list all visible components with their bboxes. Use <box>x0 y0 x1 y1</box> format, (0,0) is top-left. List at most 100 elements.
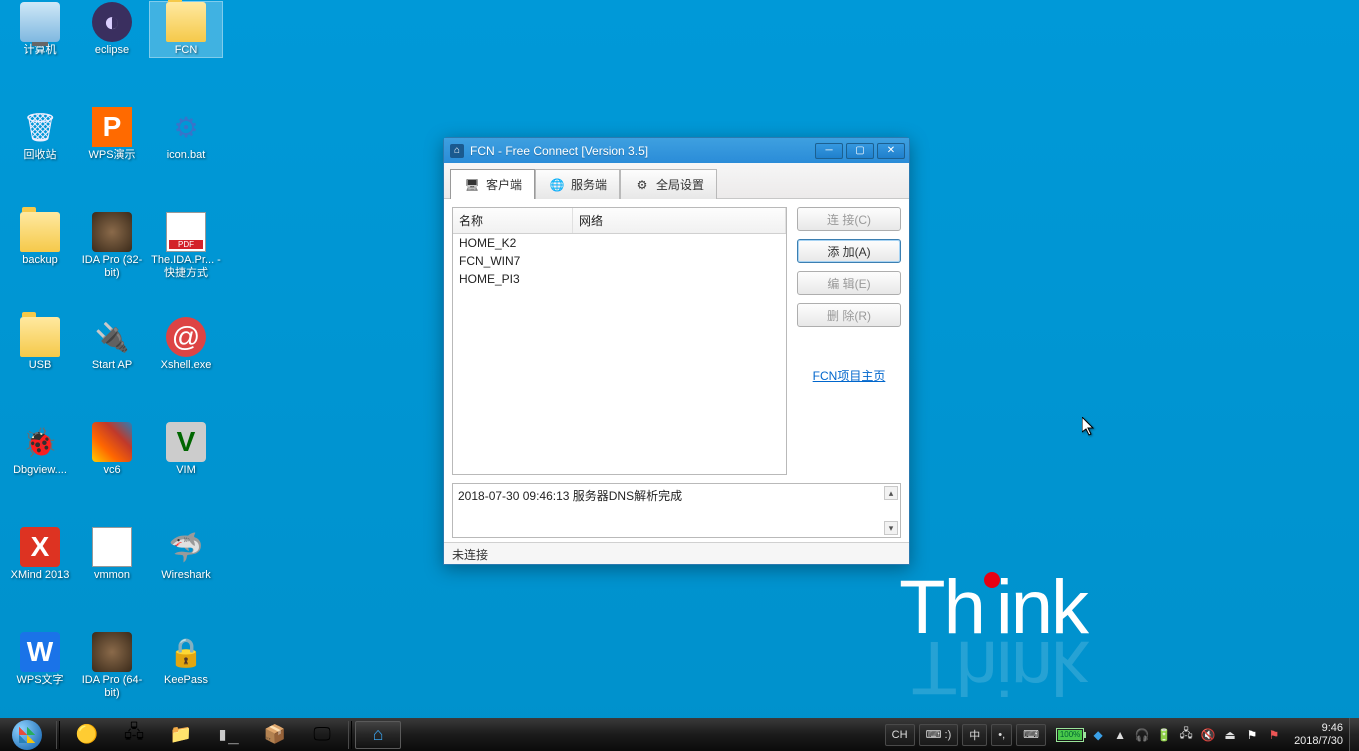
clock-time: 9:46 <box>1294 722 1343 735</box>
connect-button[interactable]: 连 接(C) <box>797 207 901 231</box>
titlebar[interactable]: ⌂ FCN - Free Connect [Version 3.5] ─ ▢ ✕ <box>444 138 909 163</box>
tab-label: 客户端 <box>486 176 522 193</box>
icon-label: Start AP <box>76 359 148 372</box>
start-button[interactable] <box>0 718 54 751</box>
eclipse-icon: ◐ <box>92 2 132 42</box>
desktop-icon-start-ap[interactable]: 🔌 Start AP <box>76 317 148 372</box>
tray-network-icon[interactable]: 🖧 <box>1178 727 1194 743</box>
cursor-icon <box>1082 417 1096 437</box>
taskbar: 🟡 🖧 📁 ▮_ 📦 🖵 ⌂ CH ⌨ :) 中 •, ⌨ 100% ◆ ▲ 🎧… <box>0 718 1359 751</box>
desktop-icon-fcn[interactable]: FCN <box>150 2 222 57</box>
edit-button[interactable]: 编 辑(E) <box>797 271 901 295</box>
tray-safe-remove-icon[interactable]: ⏏ <box>1222 727 1238 743</box>
tab-客户端[interactable]: 🖥客户端 <box>450 169 535 199</box>
tab-label: 全局设置 <box>656 176 704 193</box>
taskbar-cmd[interactable]: ▮_ <box>205 721 251 749</box>
list-item[interactable]: HOME_K2 <box>453 234 786 252</box>
connection-list[interactable]: 名称 网络 HOME_K2FCN_WIN7HOME_PI3 <box>452 207 787 475</box>
window-title: FCN - Free Connect [Version 3.5] <box>470 144 815 158</box>
keyboard-icon: ⌨ <box>1023 728 1039 741</box>
language-indicator[interactable]: CH <box>885 724 915 746</box>
desktop-icon--[interactable]: 计算机 <box>4 2 76 57</box>
desktop-icon-vim[interactable]: VVIM <box>150 422 222 477</box>
ime-punct[interactable]: •, <box>991 724 1012 746</box>
tray-todesk-icon[interactable]: ◆ <box>1090 727 1106 743</box>
maximize-button[interactable]: ▢ <box>846 143 874 159</box>
desktop-icon-xmind-2013[interactable]: XXMind 2013 <box>4 527 76 582</box>
icon-label: KeePass <box>150 674 222 687</box>
desktop-icon--[interactable]: 🗑回收站 <box>4 107 76 162</box>
scroll-down-icon[interactable]: ▾ <box>884 521 898 535</box>
tray-action-center-icon[interactable]: ⚑ <box>1244 727 1260 743</box>
desktop-icon-xshell-exe[interactable]: @Xshell.exe <box>150 317 222 372</box>
usb-icon: 🔌 <box>92 317 132 357</box>
list-item[interactable]: FCN_WIN7 <box>453 252 786 270</box>
desktop-icon-backup[interactable]: backup <box>4 212 76 267</box>
ime-indicator[interactable]: ⌨ :) <box>919 724 959 746</box>
icon-label: Xshell.exe <box>150 359 222 372</box>
add-button[interactable]: 添 加(A) <box>797 239 901 263</box>
desktop-icon-wireshark[interactable]: 🦈Wireshark <box>150 527 222 582</box>
ime-mode[interactable]: 中 <box>962 724 987 746</box>
desktop-icon-vmmon[interactable]: vmmon <box>76 527 148 582</box>
wps-blue-icon: W <box>20 632 60 672</box>
taskbar-divider <box>56 721 60 749</box>
column-name[interactable]: 名称 <box>453 208 573 233</box>
tray-headset-icon[interactable]: 🎧 <box>1134 727 1150 743</box>
delete-button[interactable]: 删 除(R) <box>797 303 901 327</box>
tab-bar: 🖥客户端🌐服务端⚙全局设置 <box>444 163 909 199</box>
icon-label: FCN <box>150 44 222 57</box>
icon-label: vmmon <box>76 569 148 582</box>
column-network[interactable]: 网络 <box>573 208 786 233</box>
woman-icon <box>92 212 132 252</box>
brand-logo-reflection: Think <box>911 624 1087 711</box>
tray-volume-icon[interactable]: 🔇 <box>1200 727 1216 743</box>
minimize-button[interactable]: ─ <box>815 143 843 159</box>
tray-chevron-up-icon[interactable]: ▲ <box>1112 727 1128 743</box>
virtualbox-icon: 📦 <box>264 724 286 745</box>
desktop-icon-dbgview-[interactable]: 🐞Dbgview.... <box>4 422 76 477</box>
project-homepage-link[interactable]: FCN项目主页 <box>797 367 901 384</box>
taskbar-folder[interactable]: 📁 <box>158 721 204 749</box>
windows-logo-icon <box>19 727 35 743</box>
clock[interactable]: 9:46 2018/7/30 <box>1288 722 1349 748</box>
tray-battery-icon[interactable]: 🔋 <box>1156 727 1172 743</box>
desktop-icon-usb[interactable]: USB <box>4 317 76 372</box>
desktop-icon-icon-bat[interactable]: ⚙icon.bat <box>150 107 222 162</box>
system-tray: 100% ◆ ▲ 🎧 🔋 🖧 🔇 ⏏ ⚑ ⚑ <box>1050 727 1288 743</box>
list-item[interactable]: HOME_PI3 <box>453 270 786 288</box>
scroll-up-icon[interactable]: ▴ <box>884 486 898 500</box>
ime-soft-keyboard[interactable]: ⌨ <box>1016 724 1046 746</box>
woman-icon <box>92 632 132 672</box>
tab-服务端[interactable]: 🌐服务端 <box>535 169 620 199</box>
vim-icon: V <box>166 422 206 462</box>
desktop-icon-vc6[interactable]: vc6 <box>76 422 148 477</box>
desktop[interactable]: Think Think 计算机◐eclipseFCN🗑回收站PWPS演示⚙ico… <box>0 0 1359 751</box>
taskbar-fcn[interactable]: ⌂ <box>355 721 401 749</box>
fcn-app-icon: ⌂ <box>373 724 384 745</box>
computer-icon <box>20 2 60 42</box>
tab-label: 服务端 <box>571 176 607 193</box>
close-button[interactable]: ✕ <box>877 143 905 159</box>
icon-label: Wireshark <box>150 569 222 582</box>
icon-label: icon.bat <box>150 149 222 162</box>
folder-icon <box>20 212 60 252</box>
tray-shield-icon[interactable]: ⚑ <box>1266 727 1282 743</box>
show-desktop-button[interactable] <box>1349 718 1359 751</box>
desktop-icon-ida-pro-32-bit-[interactable]: IDA Pro (32-bit) <box>76 212 148 280</box>
desktop-icon-ida-pro-64-bit-[interactable]: IDA Pro (64-bit) <box>76 632 148 700</box>
tab-全局设置[interactable]: ⚙全局设置 <box>620 169 717 199</box>
desktop-icon-eclipse[interactable]: ◐eclipse <box>76 2 148 57</box>
desktop-icon-the-ida-pr-[interactable]: The.IDA.Pr... - 快捷方式 <box>150 212 222 280</box>
battery-indicator[interactable]: 100% <box>1056 728 1084 742</box>
network-icon: 🖧 <box>124 720 144 750</box>
desktop-icon-keepass[interactable]: 🔒KeePass <box>150 632 222 687</box>
desktop-icon-wps-[interactable]: WWPS文字 <box>4 632 76 687</box>
pdf-icon <box>166 212 206 252</box>
taskbar-chrome[interactable]: 🟡 <box>64 721 110 749</box>
log-panel[interactable]: 2018-07-30 09:46:13 服务器DNS解析完成 ▴ ▾ <box>452 483 901 538</box>
taskbar-explorer-net[interactable]: 🖧 <box>111 721 157 749</box>
taskbar-remote[interactable]: 🖵 <box>299 721 345 749</box>
taskbar-virtualbox[interactable]: 📦 <box>252 721 298 749</box>
desktop-icon-wps-[interactable]: PWPS演示 <box>76 107 148 162</box>
